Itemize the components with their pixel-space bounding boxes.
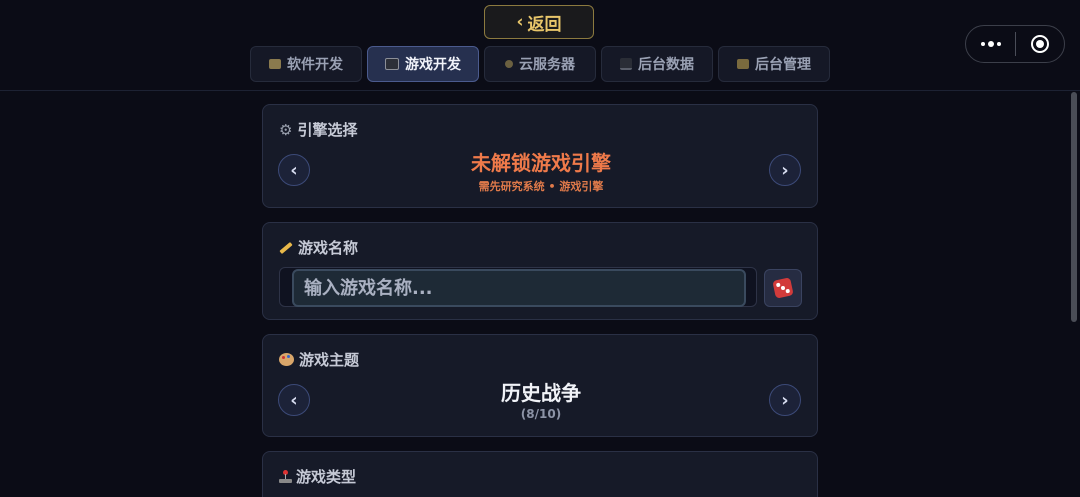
chart-icon xyxy=(620,58,632,70)
engine-card-title: ⚙ 引擎选择 xyxy=(279,119,357,140)
cloud-server-icon xyxy=(505,60,513,68)
random-name-button[interactable] xyxy=(764,269,802,307)
chevron-right-icon: › xyxy=(781,389,789,411)
game-name-field-wrap xyxy=(279,267,757,307)
game-name-label: 游戏名称 xyxy=(298,239,359,257)
theme-value: 历史战争 xyxy=(501,381,581,405)
game-dev-screen: ‹ 返回 软件开发 游戏开发 云服务器 后台数据 后台管理 ⚙ 引擎选择 ‹ 未… xyxy=(0,0,1080,497)
genre-card-title: 游戏类型 xyxy=(279,466,356,487)
game-name-input[interactable] xyxy=(292,269,746,307)
category-tabs: 软件开发 游戏开发 云服务器 后台数据 后台管理 xyxy=(250,46,830,82)
engine-title-label: 引擎选择 xyxy=(297,121,358,139)
admin-icon xyxy=(737,59,749,69)
tab-label: 软件开发 xyxy=(287,57,343,73)
game-controller-icon xyxy=(385,58,399,70)
tab-backend-data[interactable]: 后台数据 xyxy=(601,46,713,82)
back-label: 返回 xyxy=(527,14,562,35)
theme-next-button[interactable]: › xyxy=(769,384,801,416)
back-button[interactable]: ‹ 返回 xyxy=(484,5,594,39)
theme-card-title: 游戏主题 xyxy=(279,349,359,370)
pencil-icon xyxy=(279,241,293,254)
tab-cloud-server[interactable]: 云服务器 xyxy=(484,46,596,82)
tab-game-dev[interactable]: 游戏开发 xyxy=(367,46,479,82)
joystick-icon xyxy=(279,470,292,483)
tab-label: 云服务器 xyxy=(519,57,575,73)
tab-backend-admin[interactable]: 后台管理 xyxy=(718,46,830,82)
engine-value: 未解锁游戏引擎 xyxy=(471,151,611,175)
game-name-card: 游戏名称 xyxy=(262,222,818,320)
top-nav-bar: ‹ 返回 软件开发 游戏开发 云服务器 后台数据 后台管理 xyxy=(0,0,1080,91)
game-name-title: 游戏名称 xyxy=(279,237,358,258)
tab-label: 游戏开发 xyxy=(405,57,461,73)
genre-title-label: 游戏类型 xyxy=(296,468,357,486)
gear-icon: ⚙ xyxy=(279,120,293,139)
computer-icon xyxy=(269,59,281,69)
engine-hint: 需先研究系统 • 游戏引擎 xyxy=(478,180,604,193)
tab-label: 后台管理 xyxy=(755,57,811,73)
palette-icon xyxy=(279,353,294,366)
more-dots-icon[interactable] xyxy=(966,41,1015,47)
scrollbar[interactable] xyxy=(1071,92,1077,322)
theme-counter: (8/10) xyxy=(520,407,562,421)
tab-software-dev[interactable]: 软件开发 xyxy=(250,46,362,82)
game-theme-card: 游戏主题 ‹ 历史战争 (8/10) › xyxy=(262,334,818,437)
engine-next-button[interactable]: › xyxy=(769,154,801,186)
dice-icon xyxy=(772,277,794,299)
chevron-left-icon: ‹ xyxy=(516,12,524,32)
game-genre-card: 游戏类型 xyxy=(262,451,818,497)
chevron-right-icon: › xyxy=(781,159,789,181)
engine-select-card: ⚙ 引擎选择 ‹ 未解锁游戏引擎 需先研究系统 • 游戏引擎 › xyxy=(262,104,818,208)
close-target-icon[interactable] xyxy=(1016,35,1064,53)
miniprogram-capsule xyxy=(965,25,1065,63)
tab-label: 后台数据 xyxy=(638,57,694,73)
theme-title-label: 游戏主题 xyxy=(299,351,360,369)
